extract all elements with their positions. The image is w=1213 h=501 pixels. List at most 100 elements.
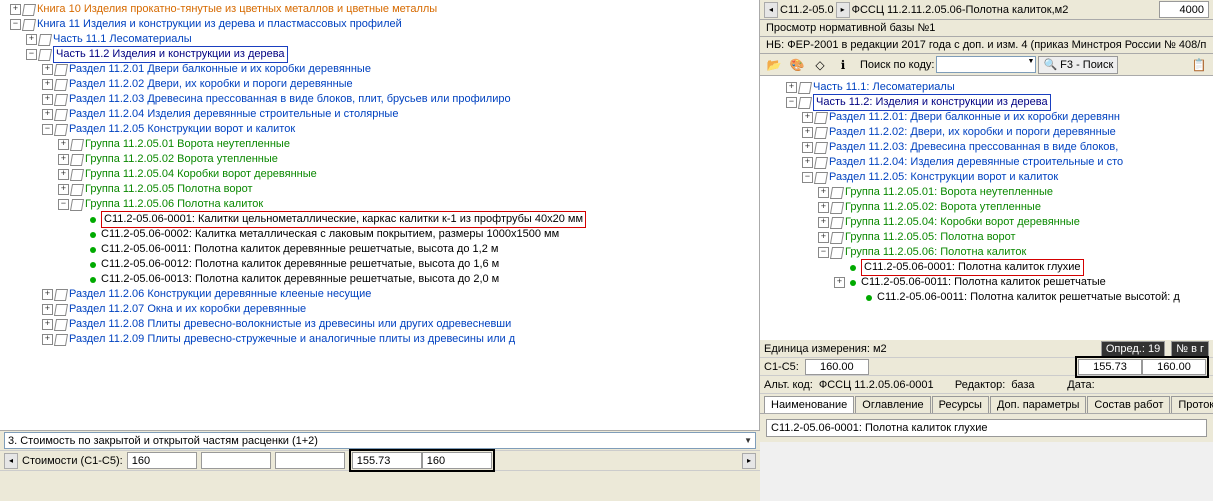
expand-icon[interactable]: + xyxy=(42,79,53,90)
expand-icon[interactable]: + xyxy=(834,277,845,288)
copy-button[interactable]: 📋 xyxy=(1189,56,1209,74)
cost-cell-1[interactable]: 160 xyxy=(127,452,197,469)
collapse-icon[interactable]: − xyxy=(26,49,37,60)
tree-item-0001[interactable]: С11.2-05.06-0001: Калитки цельнометаллич… xyxy=(74,212,759,227)
tree-section[interactable]: +Раздел 11.2.02 Двери, их коробки и поро… xyxy=(42,77,759,92)
expand-icon[interactable]: + xyxy=(786,82,797,93)
tree-section[interactable]: +Раздел 11.2.03: Древесина прессованная … xyxy=(802,140,1213,155)
next-button[interactable]: ▸ xyxy=(836,2,850,18)
expand-icon[interactable]: + xyxy=(818,187,829,198)
tree-item[interactable]: С11.2-05.06-0013: Полотна калиток деревя… xyxy=(74,272,759,287)
tree-item[interactable]: С11.2-05.06-0011: Полотна калиток деревя… xyxy=(74,242,759,257)
expand-icon[interactable]: + xyxy=(42,304,53,315)
tab-protocol[interactable]: Протоко xyxy=(1171,396,1213,413)
diamond-button[interactable]: ◇ xyxy=(810,56,830,74)
tree-section[interactable]: +Раздел 11.2.01 Двери балконные и их кор… xyxy=(42,62,759,77)
expand-icon[interactable]: + xyxy=(26,34,37,45)
tab-name[interactable]: Наименование xyxy=(764,396,854,413)
tree-group[interactable]: +Группа 11.2.05.01 Ворота неутепленные xyxy=(58,137,759,152)
cost-cell-2[interactable] xyxy=(201,452,271,469)
next-button[interactable]: ▸ xyxy=(742,453,756,469)
tree-part-11-2[interactable]: −Часть 11.2 Изделия и конструкции из дер… xyxy=(26,47,759,62)
expand-icon[interactable]: + xyxy=(818,232,829,243)
expand-icon[interactable]: + xyxy=(10,4,21,15)
tree-section[interactable]: +Раздел 11.2.04 Изделия деревянные строи… xyxy=(42,107,759,122)
cost-cell-4[interactable]: 155.73 xyxy=(352,452,422,469)
tree-item[interactable]: С11.2-05.06-0002: Калитка металлическая … xyxy=(74,227,759,242)
expand-icon[interactable]: + xyxy=(818,217,829,228)
tree-section[interactable]: +Раздел 11.2.07 Окна и их коробки деревя… xyxy=(42,302,759,317)
tab-content-value[interactable]: С11.2-05.06-0001: Полотна калиток глухие xyxy=(766,419,1207,437)
tree-book-11[interactable]: −Книга 11 Изделия и конструкции из дерев… xyxy=(10,17,759,32)
expand-icon[interactable]: + xyxy=(42,289,53,300)
expand-icon[interactable]: + xyxy=(42,94,53,105)
info-button[interactable]: ℹ xyxy=(833,56,853,74)
cost-cell-3[interactable] xyxy=(275,452,345,469)
tree-section[interactable]: +Раздел 11.2.02: Двери, их коробки и пор… xyxy=(802,125,1213,140)
expand-icon[interactable]: + xyxy=(802,127,813,138)
tab-works[interactable]: Состав работ xyxy=(1087,396,1170,413)
search-button[interactable]: 🔍 F3 - Поиск xyxy=(1038,56,1118,74)
tree-section[interactable]: +Раздел 11.2.04: Изделия деревянные стро… xyxy=(802,155,1213,170)
expand-icon[interactable]: + xyxy=(58,139,69,150)
c1c5-v1[interactable]: 160.00 xyxy=(805,359,869,375)
tree-item[interactable]: С11.2-05.06-0011: Полотна калиток решетч… xyxy=(850,290,1213,305)
book-icon xyxy=(814,157,828,169)
collapse-icon[interactable]: − xyxy=(802,172,813,183)
tab-contents[interactable]: Оглавление xyxy=(855,396,930,413)
item-dot-icon xyxy=(850,280,856,286)
expand-icon[interactable]: + xyxy=(58,154,69,165)
expand-icon[interactable]: + xyxy=(818,202,829,213)
tree-item[interactable]: +С11.2-05.06-0011: Полотна калиток решет… xyxy=(834,275,1213,290)
tree-part[interactable]: +Часть 11.1: Лесоматериалы xyxy=(786,80,1213,95)
tree-group-06[interactable]: −Группа 11.2.05.06 Полотна калиток xyxy=(58,197,759,212)
left-tree[interactable]: +Книга 10 Изделия прокатно-тянутые из цв… xyxy=(0,0,759,347)
expand-icon[interactable]: + xyxy=(42,109,53,120)
cost-cell-5[interactable]: 160 xyxy=(422,452,492,469)
tree-item-0001[interactable]: С11.2-05.06-0001: Полотна калиток глухие xyxy=(834,260,1213,275)
expand-icon[interactable]: + xyxy=(58,169,69,180)
tab-resources[interactable]: Ресурсы xyxy=(932,396,989,413)
tree-part-11-2[interactable]: −Часть 11.2: Изделия и конструкции из де… xyxy=(786,95,1213,110)
tree-item[interactable]: С11.2-05.06-0012: Полотна калиток деревя… xyxy=(74,257,759,272)
tree-group[interactable]: +Группа 11.2.05.04: Коробки ворот деревя… xyxy=(818,215,1213,230)
palette-button[interactable]: 🎨 xyxy=(787,56,807,74)
tree-group[interactable]: +Группа 11.2.05.05: Полотна ворот xyxy=(818,230,1213,245)
collapse-icon[interactable]: − xyxy=(42,124,53,135)
prev-button[interactable]: ◂ xyxy=(764,2,778,18)
c1c5-v5[interactable]: 160.00 xyxy=(1142,359,1206,375)
expand-icon[interactable]: + xyxy=(42,334,53,345)
tree-section[interactable]: +Раздел 11.2.03 Древесина прессованная в… xyxy=(42,92,759,107)
open-book-button[interactable]: 📂 xyxy=(764,56,784,74)
expand-icon[interactable]: + xyxy=(802,142,813,153)
tree-section[interactable]: +Раздел 11.2.09 Плиты древесно-стружечны… xyxy=(42,332,759,347)
tree-group[interactable]: +Группа 11.2.05.02: Ворота утепленные xyxy=(818,200,1213,215)
tree-group[interactable]: +Группа 11.2.05.01: Ворота неутепленные xyxy=(818,185,1213,200)
expand-icon[interactable]: + xyxy=(802,112,813,123)
collapse-icon[interactable]: − xyxy=(58,199,69,210)
prev-button[interactable]: ◂ xyxy=(4,453,18,469)
cost-label: Стоимости (С1-С5): xyxy=(22,455,123,467)
tree-section[interactable]: +Раздел 11.2.06 Конструкции деревянные к… xyxy=(42,287,759,302)
tree-part-11-1[interactable]: +Часть 11.1 Лесоматериалы xyxy=(26,32,759,47)
cost-mode-combo[interactable]: 3. Стоимость по закрытой и открытой част… xyxy=(4,432,756,449)
tree-group[interactable]: +Группа 11.2.05.02 Ворота утепленные xyxy=(58,152,759,167)
tree-section[interactable]: +Раздел 11.2.01: Двери балконные и их ко… xyxy=(802,110,1213,125)
tree-group-06[interactable]: −Группа 11.2.05.06: Полотна калиток xyxy=(818,245,1213,260)
expand-icon[interactable]: + xyxy=(58,184,69,195)
collapse-icon[interactable]: − xyxy=(10,19,21,30)
collapse-icon[interactable]: − xyxy=(786,97,797,108)
c1c5-v4[interactable]: 155.73 xyxy=(1078,359,1142,375)
expand-icon[interactable]: + xyxy=(42,64,53,75)
tab-params[interactable]: Доп. параметры xyxy=(990,396,1086,413)
tree-section[interactable]: +Раздел 11.2.08 Плиты древесно-волокнист… xyxy=(42,317,759,332)
tree-group[interactable]: +Группа 11.2.05.04 Коробки ворот деревян… xyxy=(58,167,759,182)
tree-book-10[interactable]: +Книга 10 Изделия прокатно-тянутые из цв… xyxy=(10,2,759,17)
tree-section-11-2-05[interactable]: −Раздел 11.2.05 Конструкции ворот и кали… xyxy=(42,122,759,137)
search-input[interactable]: ▼ xyxy=(936,56,1036,73)
expand-icon[interactable]: + xyxy=(42,319,53,330)
expand-icon[interactable]: + xyxy=(802,157,813,168)
tree-section-05[interactable]: −Раздел 11.2.05: Конструкции ворот и кал… xyxy=(802,170,1213,185)
tree-group[interactable]: +Группа 11.2.05.05 Полотна ворот xyxy=(58,182,759,197)
collapse-icon[interactable]: − xyxy=(818,247,829,258)
